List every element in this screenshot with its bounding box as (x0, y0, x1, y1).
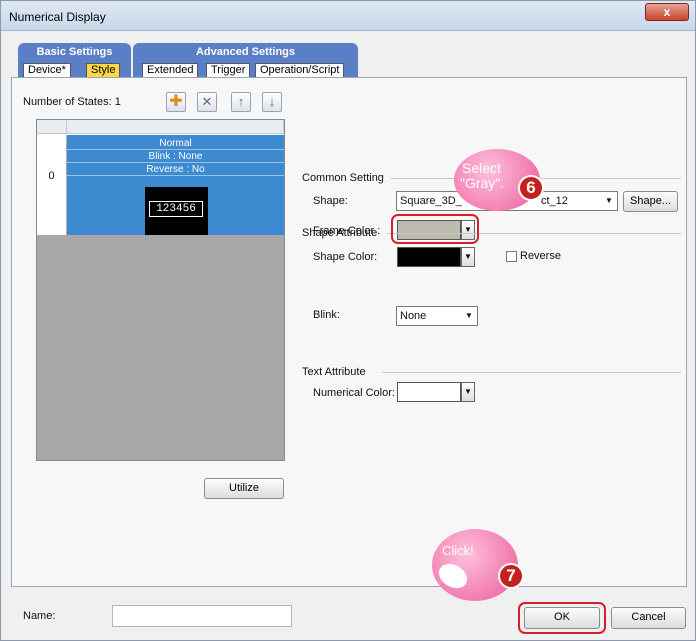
shape-value-left: Square_3D_ (400, 195, 462, 207)
blink-value: None (400, 310, 427, 322)
numerical-color-dropdown[interactable]: ▼ (461, 382, 475, 402)
close-button[interactable]: x (645, 3, 689, 21)
subtab-style[interactable]: Style (86, 63, 121, 78)
chevron-down-icon: ▼ (605, 196, 613, 205)
numerical-color-swatch[interactable] (397, 382, 461, 402)
frame-color-highlight (391, 214, 479, 244)
preview-number: 123456 (149, 201, 203, 217)
shape-value-right: ct_12 (541, 195, 568, 207)
window-title: Numerical Display (9, 10, 106, 24)
move-down-button[interactable]: ↓ (262, 92, 282, 112)
tab-basic-settings-label: Basic Settings (36, 46, 113, 58)
step-7-badge: 7 (498, 563, 524, 589)
callout-select-line1: Select (462, 160, 501, 176)
blink-select[interactable]: None ▼ (396, 306, 478, 326)
mouse-icon (434, 558, 472, 594)
delete-icon: ✕ (201, 94, 213, 109)
shape-label: Shape: (313, 195, 348, 207)
state-preview: 123456 (145, 187, 208, 235)
numerical-display-dialog: Numerical Display x Basic Settings Advan… (0, 0, 696, 641)
state-list: 0 Normal Blink : None Reverse : No 12345… (36, 119, 285, 461)
number-of-states-label: Number of States: 1 (23, 96, 121, 108)
name-input[interactable] (112, 605, 292, 627)
state-list-header-index (37, 120, 67, 134)
state-line-reverse: Reverse : No (67, 163, 284, 176)
ok-button[interactable]: OK (524, 607, 600, 629)
utilize-button[interactable]: Utilize (204, 478, 284, 499)
shape-attribute-group-label: Shape Attribute (302, 227, 378, 239)
state-row-normal[interactable]: Normal Blink : None Reverse : No 123456 (67, 135, 284, 235)
cancel-button[interactable]: Cancel (611, 607, 686, 629)
state-list-empty-area (37, 235, 284, 460)
subtab-extended[interactable]: Extended (142, 63, 199, 78)
shape-color-dropdown[interactable]: ▼ (461, 247, 475, 267)
chevron-down-icon: ▼ (464, 252, 472, 261)
subtab-trigger[interactable]: Trigger (206, 63, 251, 78)
arrow-down-icon: ↓ (268, 94, 276, 109)
common-setting-group-label: Common Setting (302, 172, 384, 184)
reverse-checkbox[interactable] (506, 251, 517, 262)
reverse-label: Reverse (520, 250, 561, 262)
numerical-color-label: Numerical Color: (313, 387, 395, 399)
state-line-blink: Blink : None (67, 150, 284, 163)
text-attribute-group-label: Text Attribute (302, 366, 366, 378)
state-list-header (67, 120, 284, 134)
divider (382, 372, 681, 373)
state-index: 0 (37, 135, 67, 235)
name-label: Name: (23, 610, 56, 622)
add-state-button[interactable]: ✚ (166, 92, 186, 112)
arrow-up-icon: ↑ (237, 94, 245, 109)
delete-state-button[interactable]: ✕ (197, 92, 217, 112)
subtab-operation-script[interactable]: Operation/Script (255, 63, 345, 78)
step-6-badge: 6 (518, 175, 544, 201)
shape-button[interactable]: Shape... (623, 191, 678, 212)
title-bar: Numerical Display x (1, 1, 695, 31)
plus-icon: ✚ (169, 93, 183, 110)
subtab-device[interactable]: Device* (23, 63, 71, 78)
shape-color-swatch[interactable] (397, 247, 461, 267)
state-line-normal: Normal (67, 137, 284, 150)
tab-advanced-settings-label: Advanced Settings (195, 46, 296, 58)
chevron-down-icon: ▼ (465, 311, 473, 320)
chevron-down-icon: ▼ (464, 387, 472, 396)
blink-label: Blink: (313, 309, 340, 321)
shape-color-label: Shape Color: (313, 251, 378, 263)
callout-select-line2: "Gray". (460, 175, 505, 191)
move-up-button[interactable]: ↑ (231, 92, 251, 112)
callout-click-text: Click! (442, 543, 474, 558)
